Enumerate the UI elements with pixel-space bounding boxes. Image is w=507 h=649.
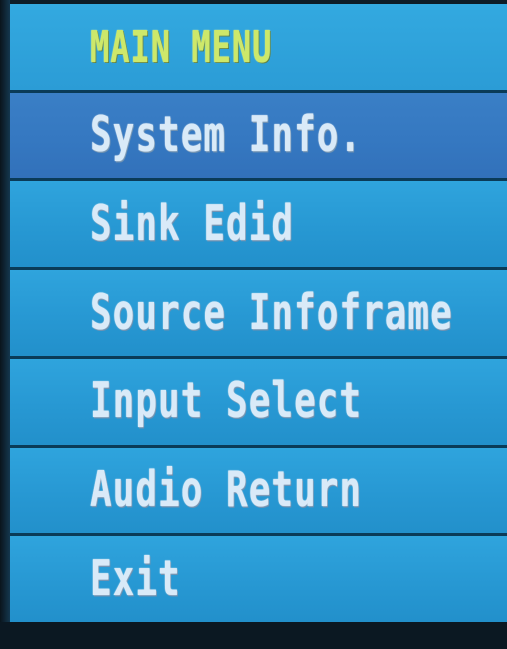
menu-item-label: System Info.: [90, 107, 363, 164]
osd-screen: MAIN MENU System Info. Sink Edid Source …: [0, 0, 507, 649]
menu-item-label: Input Select: [90, 374, 363, 430]
main-menu-panel: MAIN MENU System Info. Sink Edid Source …: [10, 4, 507, 623]
menu-item-label: Audio Return: [90, 462, 363, 519]
menu-item-sink-edid[interactable]: Sink Edid: [10, 181, 507, 271]
menu-item-label: Source Infoframe: [90, 285, 453, 341]
screen-bottom-bezel: [0, 622, 507, 649]
menu-item-exit[interactable]: Exit: [10, 536, 507, 623]
menu-item-system-info[interactable]: System Info.: [10, 92, 507, 182]
menu-item-label: Exit: [90, 551, 181, 607]
menu-item-label: Sink Edid: [90, 196, 295, 252]
menu-item-input-select[interactable]: Input Select: [10, 358, 507, 448]
menu-item-source-infoframe[interactable]: Source Infoframe: [10, 270, 507, 359]
menu-title: MAIN MENU: [90, 21, 273, 73]
menu-item-audio-return[interactable]: Audio Return: [10, 447, 507, 537]
screen-bezel: [0, 0, 10, 649]
menu-header: MAIN MENU: [10, 4, 507, 93]
